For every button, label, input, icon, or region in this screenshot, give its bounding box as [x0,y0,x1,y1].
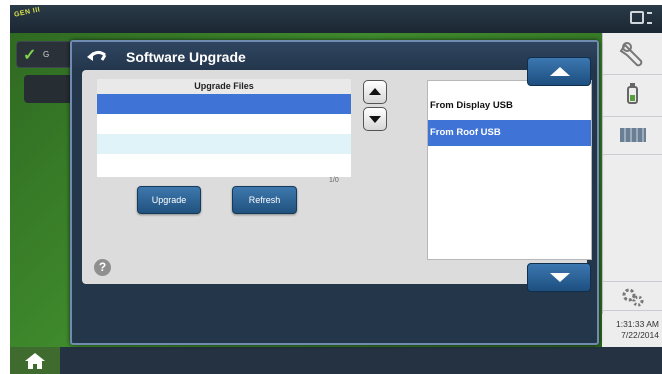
scroll-down-arrow-icon[interactable] [363,107,387,131]
right-toolbar [602,33,662,347]
upgrade-files-header: Upgrade Files [97,79,351,94]
help-icon[interactable]: ? [94,259,111,276]
gauge-icon[interactable] [603,75,662,117]
file-row[interactable] [97,114,351,134]
file-row[interactable] [97,94,351,114]
file-row[interactable] [97,134,351,154]
scroll-up-arrow-icon[interactable] [363,80,387,104]
wrench-icon[interactable] [603,33,662,75]
source-item-display-usb[interactable]: From Display USB [428,93,591,119]
upgrade-button[interactable]: Upgrade [137,186,201,214]
clock: 1:31:33 AM 7/22/2014 [602,314,662,347]
brand-logo: GEN III [13,6,41,19]
bottom-bar [10,347,662,374]
background-status-text: G [43,50,50,59]
list-down-button[interactable] [527,263,591,292]
home-icon [25,353,45,369]
clock-date: 7/22/2014 [621,330,659,340]
background-status-panel: ✓ G [16,41,78,68]
display-icon[interactable] [630,11,652,25]
source-item-roof-usb[interactable]: From Roof USB [428,120,591,146]
top-bar: GEN III [10,5,662,33]
page-indicator: 1/0 [329,177,339,184]
back-arrow-icon[interactable] [86,48,108,64]
file-row[interactable] [97,154,351,174]
upgrade-files-table: Upgrade Files [97,79,351,177]
software-upgrade-dialog: Software Upgrade Upgrade Files 1/0 Upgra… [70,40,599,345]
clock-time: 1:31:33 AM [615,319,659,329]
dialog-body: Upgrade Files 1/0 Upgrade Refresh ? From… [82,57,592,292]
home-button[interactable] [10,347,60,374]
field-map-icon[interactable] [603,117,662,155]
refresh-button[interactable]: Refresh [232,186,297,214]
gears-icon[interactable] [603,281,662,311]
usb-source-list: From Display USB From Roof USB [427,80,592,260]
check-icon: ✓ [23,47,37,64]
dialog-header: Software Upgrade [72,42,597,70]
list-up-button[interactable] [527,57,591,86]
dialog-title: Software Upgrade [126,49,246,65]
